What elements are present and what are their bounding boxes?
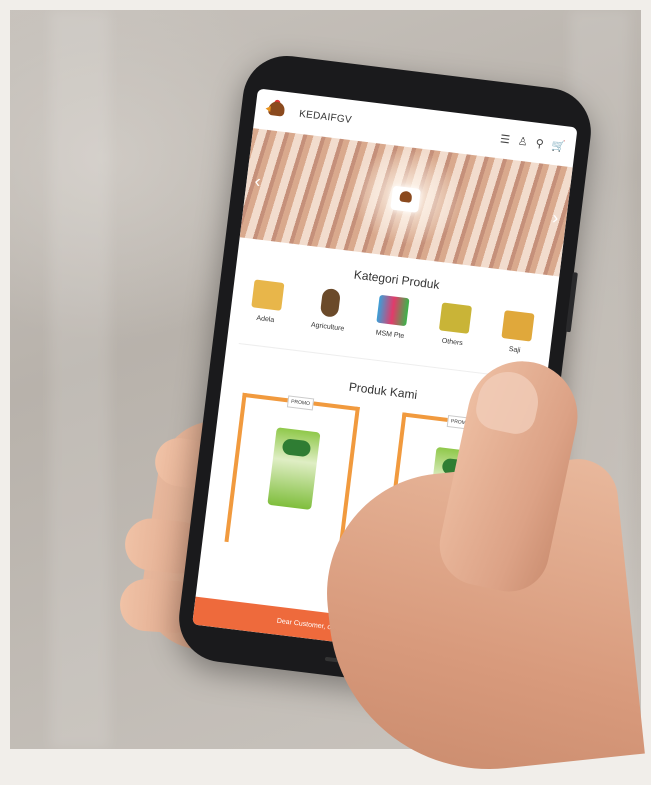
cart-icon[interactable]: 🛒	[551, 138, 566, 153]
carousel-prev-icon[interactable]: ‹	[253, 171, 261, 193]
category-label: Saji	[508, 345, 521, 355]
header-icons: ☰ ♙ ⚲ 🛒	[499, 132, 566, 153]
brand-logo-icon[interactable]	[264, 99, 289, 124]
carousel-next-icon[interactable]: ›	[551, 207, 559, 229]
category-label: MSM Pte	[375, 329, 405, 341]
product-image	[266, 427, 321, 510]
category-item[interactable]: Agriculture	[301, 286, 358, 335]
background-blur	[50, 10, 110, 749]
menu-icon[interactable]: ☰	[499, 132, 510, 146]
category-image	[438, 302, 472, 334]
hero-logo-icon	[390, 185, 421, 213]
category-image	[251, 279, 285, 311]
product-tag: PROMO	[286, 395, 315, 411]
product-card[interactable]: PROMO	[223, 392, 360, 557]
category-label: Others	[441, 337, 464, 348]
category-label: Adela	[255, 314, 275, 325]
user-icon[interactable]: ♙	[517, 134, 528, 148]
category-image	[376, 294, 410, 327]
search-icon[interactable]: ⚲	[535, 136, 545, 150]
category-item[interactable]: Saji	[488, 309, 545, 358]
category-item[interactable]: Others	[426, 301, 483, 350]
category-image	[500, 310, 535, 342]
category-label: Agriculture	[310, 321, 345, 333]
brand-name: KEDAIFGV	[298, 108, 353, 126]
category-item[interactable]: Adela	[239, 278, 296, 327]
category-image	[319, 287, 342, 318]
category-item[interactable]: MSM Pte	[364, 293, 421, 342]
